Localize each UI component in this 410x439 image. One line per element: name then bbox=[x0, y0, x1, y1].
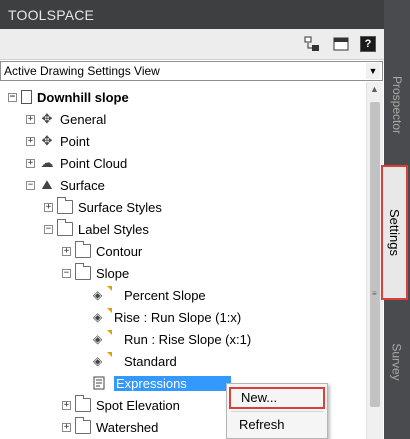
tree-item-point[interactable]: + ✥ Point bbox=[26, 131, 90, 151]
tree-item-spot-elevation[interactable]: + Spot Elevation bbox=[62, 395, 180, 415]
tree-item-run-rise[interactable]: ◈ Run : Rise Slope (x:1) bbox=[93, 329, 251, 349]
tree-item-label: Surface Styles bbox=[78, 199, 162, 215]
tree-item-label: Contour bbox=[96, 243, 143, 259]
point-cloud-icon: ☁ bbox=[40, 155, 54, 170]
tree-item-expressions[interactable]: Expressions bbox=[93, 373, 231, 393]
tree-item-label: Standard bbox=[124, 353, 177, 369]
tree-item-slope[interactable]: − Slope bbox=[62, 263, 129, 283]
folder-icon bbox=[57, 197, 73, 214]
scrollbar-thumb[interactable] bbox=[370, 102, 380, 407]
tree-item-label: Surface bbox=[60, 177, 105, 193]
chevron-down-icon[interactable]: ▼ bbox=[366, 63, 380, 79]
tree-item-point-cloud[interactable]: + ☁ Point Cloud bbox=[26, 153, 127, 173]
tab-prospector[interactable]: Prospector bbox=[384, 60, 410, 150]
scrollbar-grip-icon: ≡ bbox=[372, 289, 377, 298]
context-menu: New... Refresh bbox=[226, 383, 328, 439]
tree-item-label: General bbox=[60, 111, 107, 127]
expand-icon[interactable]: + bbox=[62, 246, 71, 256]
tree-item-label: Watershed bbox=[96, 419, 159, 435]
tree-item-watershed[interactable]: + Watershed bbox=[62, 417, 158, 437]
collapse-icon[interactable]: − bbox=[8, 92, 17, 102]
tree-item-label: Label Styles bbox=[78, 221, 149, 237]
expand-icon[interactable]: + bbox=[44, 202, 53, 212]
folder-icon bbox=[75, 395, 91, 412]
menu-item-refresh[interactable]: Refresh bbox=[229, 414, 325, 436]
tree-item-root[interactable]: − Downhill slope bbox=[8, 87, 129, 107]
help-icon[interactable]: ? bbox=[360, 36, 376, 52]
folder-open-icon bbox=[75, 263, 91, 280]
tab-settings[interactable]: Settings bbox=[381, 165, 408, 300]
toolspace-title-bar: TOOLSPACE bbox=[0, 0, 384, 29]
collapse-icon[interactable]: − bbox=[26, 180, 35, 190]
toggle-item-view-icon[interactable] bbox=[304, 36, 320, 52]
tab-survey[interactable]: Survey bbox=[384, 322, 410, 402]
collapse-icon[interactable]: − bbox=[44, 224, 53, 234]
tree-item-contour[interactable]: + Contour bbox=[62, 241, 142, 261]
tab-label: Settings bbox=[387, 209, 403, 256]
expressions-icon bbox=[93, 376, 109, 390]
tree-item-standard[interactable]: ◈ Standard bbox=[93, 351, 177, 371]
menu-item-new[interactable]: New... bbox=[229, 387, 325, 409]
tree-item-label: Point bbox=[60, 133, 90, 149]
tree-item-percent-slope[interactable]: ◈ Percent Slope bbox=[93, 285, 206, 305]
view-select-value: Active Drawing Settings View bbox=[4, 64, 160, 78]
general-icon: ✥ bbox=[41, 111, 53, 126]
window-title: TOOLSPACE bbox=[8, 7, 95, 23]
collapse-icon[interactable]: − bbox=[62, 268, 71, 278]
label-style-icon: ◈ bbox=[93, 308, 112, 324]
tree-item-label: Point Cloud bbox=[60, 155, 128, 171]
tree-item-rise-run[interactable]: ◈ Rise : Run Slope (1:x) bbox=[93, 307, 241, 327]
folder-open-icon bbox=[57, 219, 73, 236]
label-style-icon: ◈ bbox=[93, 352, 112, 368]
tab-label: Prospector bbox=[390, 75, 404, 135]
toggle-panel-icon[interactable] bbox=[333, 36, 349, 52]
expand-icon[interactable]: + bbox=[26, 158, 35, 168]
label-style-icon: ◈ bbox=[93, 330, 112, 346]
tree-item-label: Downhill slope bbox=[37, 89, 129, 105]
tree-item-label: Expressions bbox=[114, 375, 231, 391]
toolspace-toolbar: ? bbox=[0, 29, 384, 60]
scroll-up-icon[interactable]: ▲ bbox=[370, 84, 379, 94]
folder-icon bbox=[75, 417, 91, 434]
tree-item-label: Percent Slope bbox=[124, 287, 206, 303]
tree-item-surface[interactable]: − ⛰ Surface bbox=[26, 175, 105, 195]
expand-icon[interactable]: + bbox=[26, 136, 35, 146]
menu-separator bbox=[231, 411, 323, 412]
folder-icon bbox=[75, 241, 91, 258]
tree-item-label-styles[interactable]: − Label Styles bbox=[44, 219, 149, 239]
tree-item-label: Rise : Run Slope (1:x) bbox=[114, 309, 242, 325]
drawing-icon bbox=[21, 90, 32, 104]
expand-icon[interactable]: + bbox=[62, 400, 71, 410]
point-icon: ✥ bbox=[41, 133, 53, 148]
tree-item-general[interactable]: + ✥ General bbox=[26, 109, 106, 129]
tree-item-surface-styles[interactable]: + Surface Styles bbox=[44, 197, 162, 217]
tree-item-label: Spot Elevation bbox=[96, 397, 180, 413]
view-select[interactable]: Active Drawing Settings View ▼ bbox=[0, 61, 383, 81]
expand-icon[interactable]: + bbox=[26, 114, 35, 124]
surface-icon: ⛰ bbox=[41, 177, 53, 192]
tab-label: Survey bbox=[390, 343, 405, 381]
label-style-icon: ◈ bbox=[93, 286, 112, 302]
tree-item-label: Run : Rise Slope (x:1) bbox=[124, 331, 252, 347]
tree-item-label: Slope bbox=[96, 265, 130, 281]
expand-icon[interactable]: + bbox=[62, 422, 71, 432]
